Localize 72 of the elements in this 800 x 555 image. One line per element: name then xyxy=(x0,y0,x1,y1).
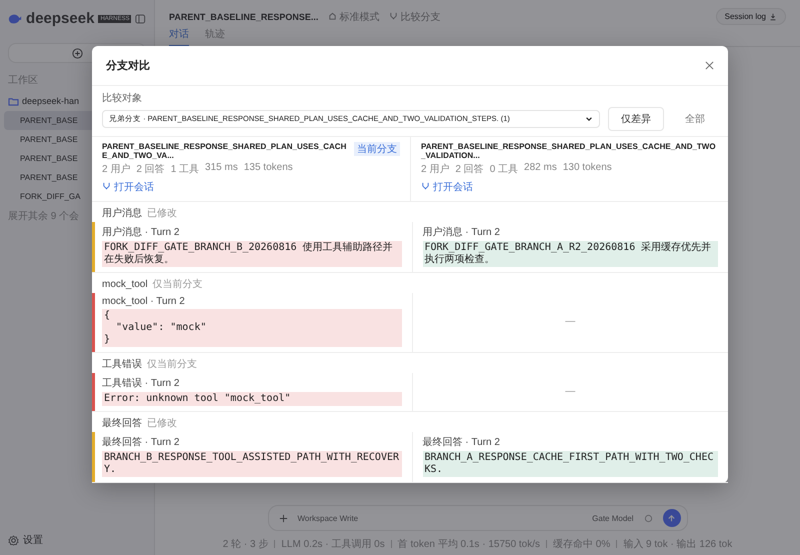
section-tag: 已修改 xyxy=(147,416,177,430)
arrow-up-icon xyxy=(667,514,676,522)
status-text: 首 token 平均 0.1s · 15750 tok/s xyxy=(398,538,540,551)
section-tag: 已修改 xyxy=(147,206,177,220)
stat-text: 315 ms xyxy=(205,162,238,175)
stat-text: 2 回答 xyxy=(455,163,484,176)
gear-icon xyxy=(8,534,19,546)
plus-icon[interactable] xyxy=(278,514,288,522)
compare-branch-button[interactable]: 比较分支 xyxy=(389,10,440,24)
session-title: PARENT_BASELINE_RESPONSE... xyxy=(169,12,318,22)
stat-text: 2 用户 xyxy=(102,162,130,176)
logo-text: deepseek xyxy=(26,10,94,27)
sidebar-toggle-icon[interactable] xyxy=(135,12,146,24)
session-title: PARENT_BASE xyxy=(20,116,78,125)
status-text: 输入 9 tok · 输出 126 tok xyxy=(623,538,732,551)
section-title: mock_tool xyxy=(102,278,148,290)
section-tag: 仅当前分支 xyxy=(147,357,197,371)
mode-button[interactable]: 标准模式 xyxy=(328,10,380,24)
current-branch-badge: 当前分支 xyxy=(354,142,400,156)
stat-text: 1 工具 xyxy=(170,163,200,176)
whale-logo-icon xyxy=(8,12,22,24)
stat-text: 130 tokens xyxy=(562,162,612,175)
download-icon xyxy=(769,12,777,20)
empty-dash: — xyxy=(565,316,576,327)
stat-text: 282 ms xyxy=(524,162,557,175)
workspace-label: 工作区 xyxy=(7,74,39,88)
status-text: 2 轮 · 3 步 xyxy=(222,538,268,551)
empty-dash: — xyxy=(565,386,576,396)
workspace-mode-button[interactable]: Workspace Write xyxy=(298,514,358,522)
stat-text: 135 tokens xyxy=(244,162,293,175)
code-block: BRANCH_A_RESPONSE_CACHE_FIRST_PATH_WITH_TWO_CHECKS. xyxy=(422,451,718,477)
section-title: 最终回答 xyxy=(102,417,142,430)
stat-text: 2 回答 xyxy=(136,163,165,176)
open-session-link[interactable]: 打开会话 xyxy=(102,180,154,194)
filter-button[interactable]: 全部 xyxy=(672,107,718,131)
branch-icon xyxy=(102,182,111,191)
settings-item[interactable]: 设置 xyxy=(0,533,154,547)
cell-label: mock_tool · Turn 2 xyxy=(102,296,186,307)
branch-icon xyxy=(389,12,398,21)
code-block: FORK_DIFF_GATE_BRANCH_A_R2_20260816 采用缓存优先并执行两项检查。 xyxy=(422,241,718,267)
code-block: FORK_DIFF_GATE_BRANCH_B_20260816 使用工具辅助路径并在失败后恢复。 xyxy=(102,241,402,267)
plus-circle-icon xyxy=(72,48,82,58)
status-text: 缓存命中 0% xyxy=(553,538,610,551)
compare-label: 比较对象 xyxy=(102,92,143,105)
code-block: BRANCH_B_RESPONSE_TOOL_ASSISTED_PATH_WITH_RECOVERY. xyxy=(102,451,402,477)
cell-label: 最终回答 · Turn 2 xyxy=(422,436,501,449)
status-text: LLM 0.2s · 工具调用 0s xyxy=(281,538,385,551)
stat-text: 0 工具 xyxy=(490,163,518,176)
code-block: Error: unknown tool "mock_tool" xyxy=(102,392,402,406)
stat-text: 2 用户 xyxy=(421,162,450,176)
dialog-title: 分支对比 xyxy=(106,58,150,73)
section-title: 工具错误 xyxy=(102,358,142,371)
filter-button[interactable]: 仅差异 xyxy=(608,107,664,131)
cell-label: 用户消息 · Turn 2 xyxy=(102,226,180,239)
branch-icon xyxy=(421,182,430,191)
branch-name: PARENT_BASELINE_RESPONSE_SHARED_PLAN_USES_CACHE_AND_TWO_VA... xyxy=(102,142,348,160)
close-icon[interactable] xyxy=(705,61,714,70)
session-log-button[interactable]: Session log xyxy=(716,8,786,25)
session-title: FORK_DIFF_GA xyxy=(20,192,80,201)
cell-label: 最终回答 · Turn 2 xyxy=(102,436,180,449)
house-icon xyxy=(328,12,338,21)
cell-label: 用户消息 · Turn 2 xyxy=(422,226,501,239)
open-session-link[interactable]: 打开会话 xyxy=(421,180,473,194)
chevron-down-icon xyxy=(585,115,593,123)
send-button[interactable] xyxy=(662,509,680,527)
section-title: 用户消息 xyxy=(102,206,142,220)
model-selector[interactable]: Gate Model xyxy=(592,514,634,522)
code-block: { "value": "mock" } xyxy=(102,309,402,347)
cell-label: 工具错误 · Turn 2 xyxy=(102,377,180,390)
section-tag: 仅当前分支 xyxy=(152,277,203,291)
branch-name: PARENT_BASELINE_RESPONSE_SHARED_PLAN_USES_CACHE_AND_TWO_VALIDATION... xyxy=(421,142,717,160)
folder-icon xyxy=(8,96,19,106)
